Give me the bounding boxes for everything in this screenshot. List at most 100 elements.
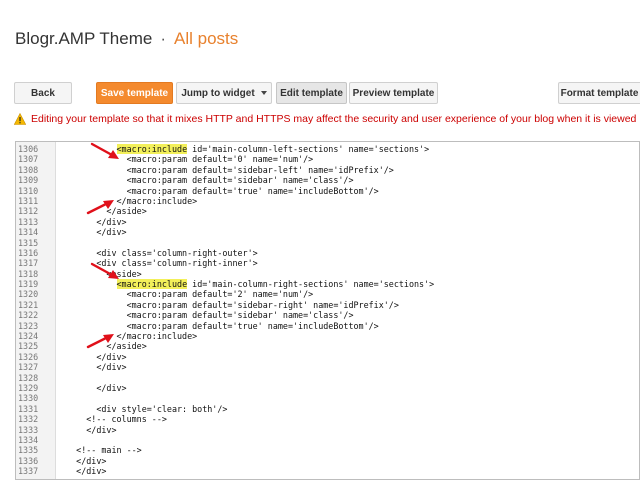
line-number: 1322 [18, 310, 39, 321]
template-code-editor[interactable]: 1306 <macro:include id='main-column-left… [15, 141, 640, 480]
line-number: 1329 [18, 382, 39, 393]
title-separator: · [160, 29, 166, 48]
line-number: 1328 [18, 372, 39, 383]
code-content: </macro:include> [56, 195, 198, 206]
code-line: 1319 <macro:include id='main-column-righ… [16, 279, 639, 290]
code-content: <macro:param default='0' name='num'/> [56, 154, 314, 165]
line-number: 1332 [18, 414, 39, 425]
back-button-label: Back [31, 87, 55, 99]
code-line: 1327 </div> [16, 362, 639, 372]
line-number: 1330 [18, 393, 39, 404]
code-line: 1315 [16, 238, 639, 248]
code-text: <div class='column-right-inner'> [56, 258, 257, 268]
line-number: 1313 [18, 216, 39, 227]
code-content: </div> [56, 382, 127, 393]
code-line: 1332 <!-- columns --> [16, 414, 639, 424]
code-text: <macro:param default='sidebar-right' nam… [56, 300, 399, 310]
code-text: </div> [56, 382, 127, 393]
code-line: 1314 </div> [16, 227, 639, 237]
line-number: 1323 [18, 320, 39, 331]
line-number: 1314 [18, 227, 39, 238]
code-line: 1312 </aside> [16, 206, 639, 216]
code-content: id='main-column-left-sections' name='sec… [187, 144, 430, 154]
line-number: 1321 [18, 299, 39, 310]
line-number: 1309 [18, 175, 39, 186]
code-content: <aside> [56, 268, 142, 279]
line-number: 1327 [18, 362, 39, 373]
code-content: <!-- main --> [56, 445, 142, 456]
jump-to-widget-label: Jump to widget [181, 87, 255, 99]
line-number: 1316 [18, 247, 39, 258]
code-text: </div> [56, 424, 117, 435]
code-line: 1330 [16, 393, 639, 403]
line-number: 1306 [18, 144, 39, 154]
chevron-down-icon [260, 91, 267, 95]
code-line: 1323 <macro:param default='true' name='i… [16, 321, 639, 331]
edit-template-button[interactable]: Edit template [276, 82, 347, 104]
code-content: <div style='clear: both'/> [56, 403, 228, 414]
code-text: <macro:param default='sidebar' name='cla… [56, 310, 354, 320]
code-text: <!-- columns --> [56, 414, 167, 424]
line-number: 1308 [18, 164, 39, 175]
code-line: 1313 </div> [16, 217, 639, 227]
all-posts-link[interactable]: All posts [174, 29, 238, 48]
code-line: 1328 [16, 373, 639, 383]
code-line: 1329 </div> [16, 383, 639, 393]
theme-title: Blogr.AMP Theme [15, 29, 153, 48]
code-content: <macro:param default='true' name='includ… [56, 185, 379, 196]
jump-to-widget-dropdown[interactable]: Jump to widget [176, 82, 272, 104]
code-line: 1318 <aside> [16, 269, 639, 279]
code-line: 1308 <macro:param default='sidebar-left'… [16, 165, 639, 175]
line-number: 1312 [18, 206, 39, 217]
code-text: </aside> [56, 206, 146, 216]
code-text: <macro:param default='0' name='num'/> [56, 154, 314, 165]
code-text: </div> [56, 227, 126, 237]
line-number: 1325 [18, 341, 39, 352]
code-text: <div class='column-right-outer'> [56, 247, 258, 258]
code-line: 1336 </div> [16, 456, 639, 466]
code-line: 1317 <div class='column-right-inner'> [16, 258, 639, 268]
back-button[interactable]: Back [14, 82, 72, 104]
code-content: <div class='column-right-outer'> [56, 247, 258, 258]
format-template-label: Format template [560, 87, 639, 99]
code-text: <macro:param default='true' name='includ… [56, 186, 379, 196]
code-line: 1331 <div style='clear: both'/> [16, 404, 639, 414]
warning-triangle-icon [14, 113, 26, 125]
code-text: </div> [56, 217, 126, 227]
code-text: <macro:param default='2' name='num'/> [56, 289, 314, 300]
code-line: 1334 [16, 435, 639, 445]
page-title: Blogr.AMP Theme · All posts [15, 29, 238, 49]
edit-template-label: Edit template [280, 87, 343, 99]
code-text: <macro:param default='sidebar-left' name… [56, 165, 394, 175]
code-text: <div style='clear: both'/> [56, 404, 227, 414]
highlighted-tag: <macro:include [116, 144, 188, 154]
save-template-label: Save template [100, 87, 169, 99]
code-text: </div> [56, 362, 127, 373]
code-line: 1324 </macro:include> [16, 331, 639, 341]
line-number: 1326 [18, 351, 39, 362]
code-content: </div> [56, 362, 127, 373]
code-content: <macro:param default='2' name='num'/> [56, 289, 314, 300]
line-number: 1324 [18, 331, 39, 342]
preview-template-button[interactable]: Preview template [349, 82, 438, 104]
code-content: <macro:param default='sidebar' name='cla… [56, 175, 354, 186]
code-lines: 1306 <macro:include id='main-column-left… [16, 144, 639, 477]
line-number: 1337 [18, 466, 39, 477]
line-number: 1310 [18, 185, 39, 196]
format-template-button[interactable]: Format template [558, 82, 640, 104]
toolbar: Back Save template Jump to widget Edit t… [0, 82, 640, 106]
code-text: <macro:include id='main-column-left-sect… [56, 144, 429, 154]
code-text: <macro:include id='main-column-right-sec… [56, 279, 434, 290]
code-content: </div> [56, 424, 117, 435]
code-line: 1320 <macro:param default='2' name='num'… [16, 289, 639, 299]
line-number: 1307 [18, 154, 39, 165]
save-template-button[interactable]: Save template [96, 82, 173, 104]
code-content: <macro:param default='sidebar' name='cla… [56, 310, 354, 321]
code-text: <macro:param default='true' name='includ… [56, 321, 379, 331]
line-number: 1317 [18, 258, 39, 269]
code-content: <macro:param default='sidebar-right' nam… [56, 299, 399, 310]
code-text: </div> [56, 456, 106, 466]
line-number: 1331 [18, 403, 39, 414]
code-line: 1325 </aside> [16, 341, 639, 351]
preview-template-label: Preview template [352, 87, 435, 99]
